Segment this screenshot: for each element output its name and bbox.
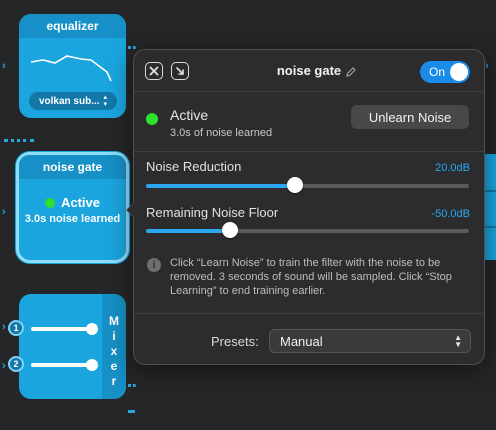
popover-header: noise gate On [134, 50, 484, 92]
popover-arrow [126, 202, 134, 218]
eq-curve-icon [30, 55, 112, 82]
equalizer-preset-label: volkan sub... [38, 95, 100, 107]
connection-arrow: › [2, 60, 6, 72]
mixer-input-2-badge: 2 [8, 356, 24, 372]
mixer-input-2-knob[interactable] [86, 359, 98, 371]
noise-gate-title: noise gate [19, 155, 126, 179]
connection-line [128, 46, 136, 49]
connection-line [128, 410, 134, 413]
connection-arrow: › [2, 360, 6, 372]
equalizer-node[interactable]: equalizer volkan sub... ▴ ▾ [19, 14, 126, 118]
mixer-input-2-slider[interactable] [31, 363, 93, 367]
status-label: Active [170, 107, 209, 123]
info-text: Click “Learn Noise” to train the filter … [170, 257, 452, 297]
noise-reduction-value: 20.0dB [435, 162, 470, 174]
noise-reduction-fill [146, 184, 295, 188]
mixer-input-1-slider[interactable] [31, 327, 93, 331]
mixer-label: M i x e r [109, 314, 119, 388]
pencil-icon[interactable] [345, 66, 357, 78]
mixer-input-1-badge: 1 [8, 320, 24, 336]
presets-label: Presets: [211, 334, 259, 349]
divider [134, 151, 484, 152]
power-toggle[interactable]: On [420, 61, 470, 83]
divider [134, 313, 484, 314]
noise-reduction-knob[interactable] [286, 177, 303, 193]
noise-floor-fill [146, 229, 230, 233]
connection-arrow: › [485, 60, 489, 72]
mixer-input-1-knob[interactable] [86, 323, 98, 335]
active-indicator-icon [44, 197, 55, 208]
chevron-updown-icon: ▴ ▾ [103, 94, 108, 108]
mixer-node[interactable]: M i x e r [19, 294, 126, 399]
noise-gate-learned: 3.0s noise learned [24, 213, 121, 225]
unlearn-noise-button[interactable]: Unlearn Noise [351, 105, 469, 129]
noise-reduction-slider[interactable] [146, 177, 469, 193]
noise-gate-status: Active [19, 195, 126, 210]
noise-floor-value: -50.0dB [431, 208, 470, 220]
active-indicator-icon [146, 113, 158, 125]
presets-select[interactable]: Manual ▲ ▼ [269, 329, 471, 353]
connection-line [4, 139, 34, 142]
toggle-knob [450, 63, 468, 81]
toggle-label: On [429, 65, 446, 79]
chevron-updown-icon: ▲ ▼ [454, 333, 462, 349]
noise-gate-status-label: Active [60, 195, 101, 210]
noise-reduction-label: Noise Reduction [146, 159, 242, 174]
status-detail: 3.0s of noise learned [170, 127, 273, 139]
connection-arrow: › [2, 206, 6, 218]
info-icon: i [147, 258, 161, 272]
connection-line [128, 384, 136, 387]
noise-floor-label: Remaining Noise Floor [146, 205, 279, 220]
connection-arrow: › [2, 321, 6, 333]
noise-gate-node[interactable]: noise gate Active 3.0s noise learned [16, 152, 129, 263]
equalizer-title: equalizer [19, 14, 126, 38]
noise-gate-popover: noise gate On Active 3.0s of noise learn… [126, 49, 485, 365]
noise-floor-slider[interactable] [146, 222, 469, 238]
equalizer-preset-select[interactable]: volkan sub... ▴ ▾ [29, 92, 117, 110]
noise-floor-knob[interactable] [221, 222, 238, 238]
presets-value: Manual [280, 334, 323, 349]
